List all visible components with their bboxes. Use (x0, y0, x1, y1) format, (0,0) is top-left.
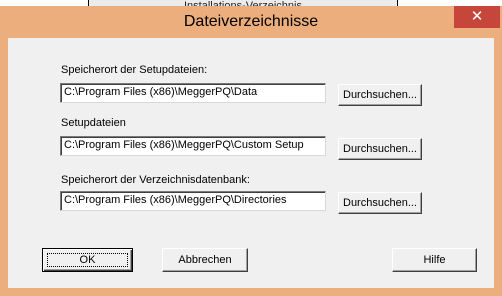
help-button[interactable]: Hilfe (392, 248, 477, 272)
title-bar[interactable]: Dateiverzeichnisse ✕ (0, 6, 502, 38)
setup-files-label: Setupdateien (61, 117, 126, 129)
dialog-title: Dateiverzeichnisse (183, 13, 319, 30)
cancel-button-label: Abbrechen (178, 254, 232, 266)
help-button-label: Hilfe (423, 254, 446, 266)
cancel-button[interactable]: Abbrechen (162, 248, 248, 272)
setup-location-field[interactable]: C:\Program Files (x86)\MeggerPQ\Data (60, 83, 326, 103)
setup-location-label: Speicherort der Setupdateien: (61, 64, 208, 76)
setup-files-field[interactable]: C:\Program Files (x86)\MeggerPQ\Custom S… (60, 136, 326, 156)
directory-db-label: Speicherort der Verzeichnisdatenbank: (61, 174, 250, 186)
browse-directory-db-button[interactable]: Durchsuchen... (338, 192, 422, 214)
close-button[interactable]: ✕ (454, 6, 500, 28)
browse-directory-db-label: Durchsuchen... (343, 197, 417, 209)
close-icon: ✕ (470, 8, 484, 25)
dialog-window: Dateiverzeichnisse ✕ Speicherort der Set… (0, 6, 502, 296)
directory-db-field[interactable]: C:\Program Files (x86)\MeggerPQ\Director… (60, 191, 326, 211)
browse-setup-location-button[interactable]: Durchsuchen... (338, 84, 422, 106)
browse-setup-files-label: Durchsuchen... (343, 143, 417, 155)
dialog-client-area: Speicherort der Setupdateien: C:\Program… (8, 38, 494, 288)
ok-button[interactable]: OK (42, 248, 133, 272)
focus-indicator (47, 253, 128, 267)
browse-setup-location-label: Durchsuchen... (343, 89, 417, 101)
browse-setup-files-button[interactable]: Durchsuchen... (338, 138, 422, 160)
